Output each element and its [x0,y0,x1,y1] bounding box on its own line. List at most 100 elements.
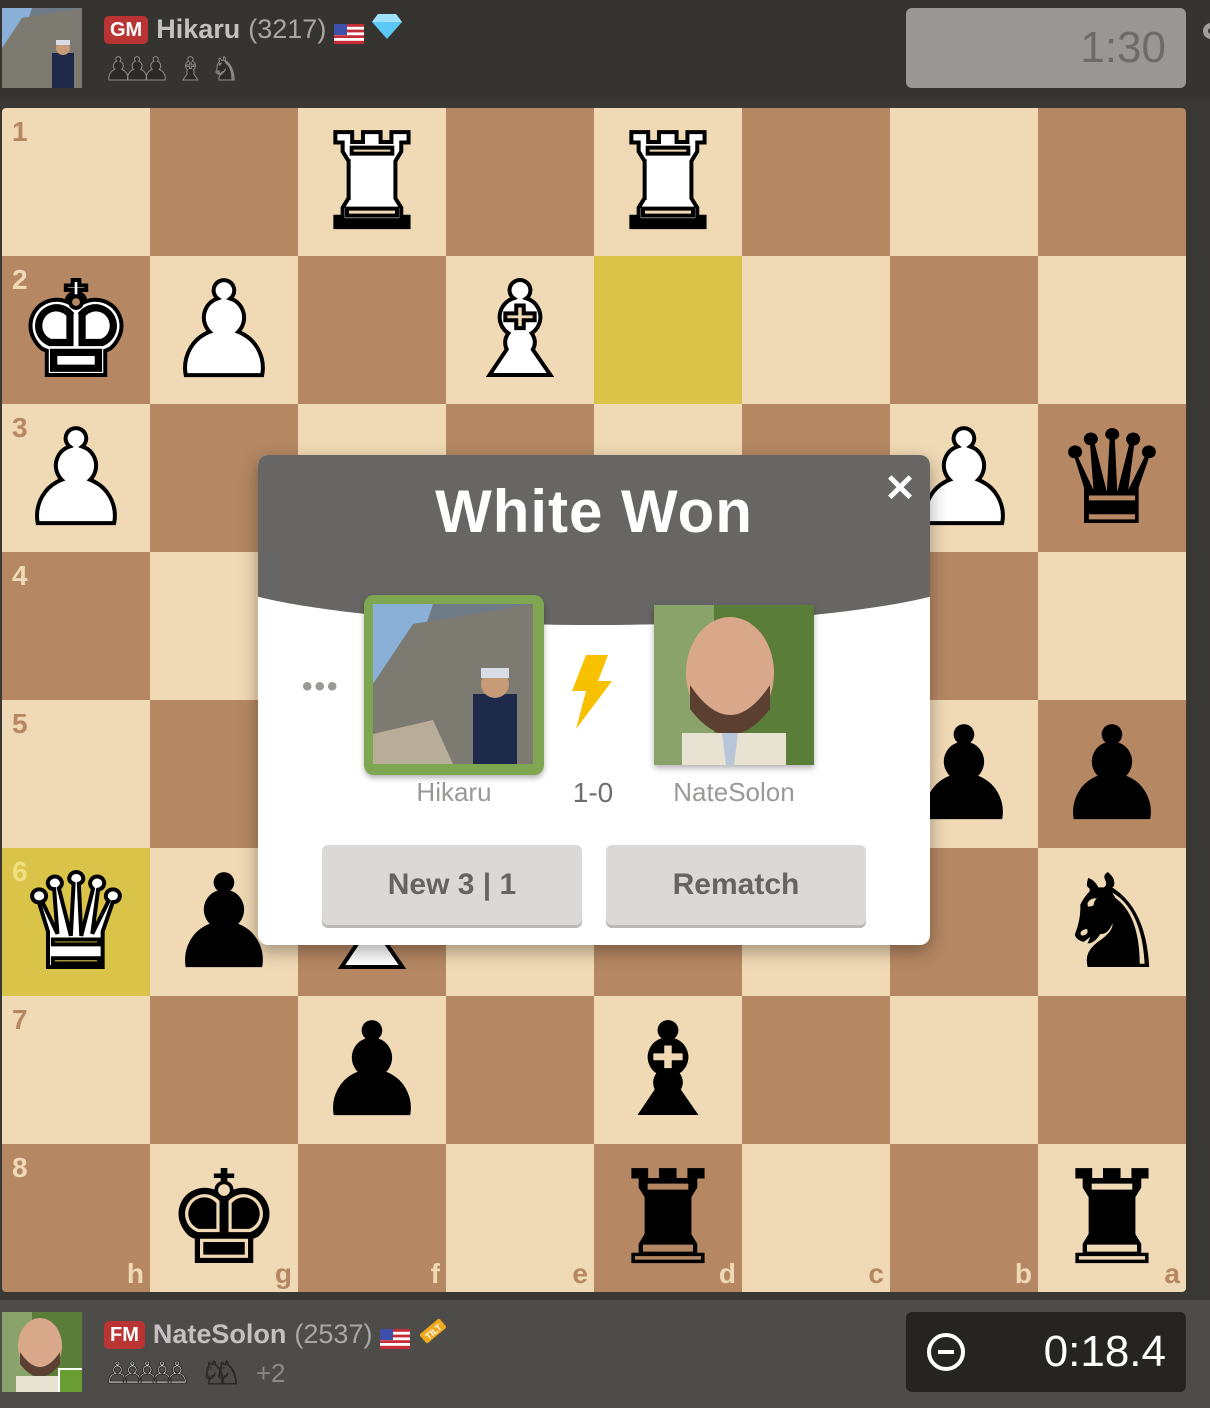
square-c1[interactable] [742,108,890,256]
square-h6[interactable]: 6 ♛ [2,846,150,998]
square-d2[interactable] [594,256,742,404]
white-pawn-icon[interactable]: ♟ [150,254,298,406]
lightning-bolt-icon [568,655,614,729]
white-king-icon[interactable]: ♚ [2,254,150,406]
top-player-bar: GM Hikaru (3217) ♟♟♟ ♝ ♞ 1:30 [0,0,1210,100]
white-bishop-icon[interactable]: ♝ [446,254,594,406]
square-a2[interactable] [1038,256,1186,404]
player-name[interactable]: NateSolon [153,1319,287,1350]
square-a8[interactable]: a ♜ [1038,1144,1186,1292]
black-pawn-icon[interactable]: ♟ [298,996,446,1144]
file-label: b [1014,1258,1032,1289]
file-label: c [868,1258,884,1289]
captured-pawns-icon: ♟♟♟ [103,51,170,88]
square-h7[interactable]: 7 [2,996,150,1144]
square-g7[interactable] [150,996,298,1144]
square-a5[interactable]: ♟ [1038,700,1186,848]
top-player-info: GM Hikaru (3217) [104,12,403,47]
square-a1[interactable] [1038,108,1186,256]
file-label: e [572,1258,588,1289]
loser-avatar[interactable] [654,605,814,765]
black-rook-icon[interactable]: ♜ [594,1144,742,1292]
square-d7[interactable]: ♝ [594,996,742,1144]
square-g1[interactable] [150,108,298,256]
player-name[interactable]: Hikaru [156,14,240,45]
square-b8[interactable]: b [890,1144,1038,1292]
black-pawn-icon[interactable]: ♟ [1038,700,1186,848]
rank-label: 5 [12,708,28,739]
square-e1[interactable] [446,108,594,256]
square-d8[interactable]: d ♜ [594,1144,742,1292]
black-knight-icon[interactable]: ♞ [1038,848,1186,996]
winner-name: Hikaru [416,777,492,807]
square-a3[interactable]: ♛ [1038,404,1186,552]
square-c2[interactable] [742,256,890,404]
rank-label: 1 [12,116,28,147]
clock-time: 0:18.4 [1043,1327,1166,1376]
square-g8[interactable]: g ♚ [150,1144,298,1292]
square-d1[interactable]: ♜ [594,108,742,258]
square-f1[interactable]: ♜ [298,108,446,258]
game-over-modal: White Won ✕ ••• Hikaru 1-0 NateSolon New… [258,455,930,945]
square-h5[interactable]: 5 [2,700,150,848]
black-queen-icon[interactable]: ♛ [1038,404,1186,552]
square-c7[interactable] [742,996,890,1144]
black-rook-icon[interactable]: ♜ [1038,1144,1186,1292]
square-h3[interactable]: 3 ♟ [2,402,150,554]
square-f7[interactable]: ♟ [298,996,446,1144]
player-rating: (2537) [294,1319,373,1349]
white-pawn-icon[interactable]: ♟ [2,402,150,554]
square-a4[interactable] [1038,552,1186,700]
square-a7[interactable] [1038,996,1186,1144]
top-player-clock: 1:30 [906,8,1186,88]
rank-label: 8 [12,1152,28,1183]
bottom-player-avatar[interactable] [2,1312,82,1392]
bottom-player-info: FM NateSolon (2537) TILT [104,1316,448,1353]
captured-knight-icon: ♞ [210,51,240,88]
square-g2[interactable]: ♟ [150,254,298,406]
black-bishop-icon[interactable]: ♝ [594,996,742,1144]
top-player-avatar[interactable] [2,8,82,88]
title-badge: FM [104,1320,145,1349]
game-result-title: White Won [435,478,753,545]
square-a6[interactable]: ♞ [1038,848,1186,996]
new-game-button[interactable]: New 3 | 1 [322,845,582,925]
rematch-button[interactable]: Rematch [606,845,866,925]
bottom-player-bar: FM NateSolon (2537) TILT ♙♙♙♙♙ ♘♘ +2 0:1… [0,1300,1210,1408]
title-badge: GM [104,15,149,44]
white-queen-icon[interactable]: ♛ [2,846,150,998]
game-score: 1-0 [572,777,614,808]
file-label: h [126,1258,144,1289]
captured-pawns-icon: ♙♙♙♙♙ [103,1356,191,1390]
square-f2[interactable] [298,256,446,404]
square-h4[interactable]: 4 [2,552,150,700]
winner-avatar[interactable] [364,595,544,775]
square-b2[interactable] [890,256,1038,404]
square-h2[interactable]: 2 ♚ [2,254,150,406]
us-flag-icon [380,1325,411,1349]
close-icon[interactable]: ✕ [884,470,916,508]
white-rook-icon[interactable]: ♜ [594,108,742,258]
square-h1[interactable]: 1 [2,108,150,256]
square-b1[interactable] [890,108,1038,256]
square-c8[interactable]: c [742,1144,890,1292]
more-options-button[interactable]: ••• [302,670,340,704]
settings-gear-icon[interactable] [1200,20,1210,42]
square-e2[interactable]: ♝ [446,254,594,406]
square-f8[interactable]: f [298,1144,446,1292]
captured-bishop-icon: ♝ [176,51,206,88]
rank-label: 7 [12,1004,28,1035]
black-king-icon[interactable]: ♚ [150,1144,298,1292]
square-e7[interactable] [446,996,594,1144]
player-rating: (3217) [248,14,327,44]
bottom-captured-pieces: ♙♙♙♙♙ ♘♘ +2 [103,1354,285,1392]
bottom-player-clock: 0:18.4 [906,1312,1186,1392]
clock-time: 1:30 [1080,23,1166,72]
online-status-indicator [58,1368,82,1392]
square-h8[interactable]: 8h [2,1144,150,1292]
white-rook-icon[interactable]: ♜ [298,108,446,258]
square-b7[interactable] [890,996,1038,1144]
captured-knights-icon: ♘♘ [200,1355,243,1392]
tilt-icon: TILT [418,1316,448,1353]
square-e8[interactable]: e [446,1144,594,1292]
